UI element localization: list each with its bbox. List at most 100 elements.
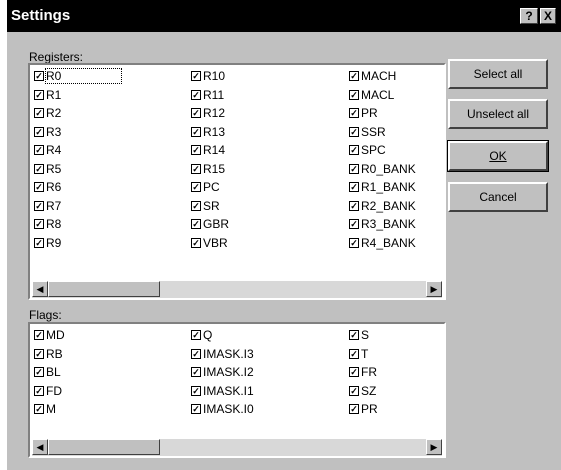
registers-checkbox-item[interactable]: ✓ R6 <box>34 178 121 197</box>
registers-checkbox-item[interactable]: ✓ R11 <box>191 86 229 105</box>
registers-checkbox-item[interactable]: ✓ PC <box>191 178 229 197</box>
checkbox-icon[interactable]: ✓ <box>34 126 44 137</box>
flags-checkbox-item[interactable]: ✓ T <box>349 345 378 364</box>
registers-checkbox-item[interactable]: ✓ MACH <box>349 67 416 86</box>
checkbox-icon[interactable]: ✓ <box>34 182 44 193</box>
checkbox-icon[interactable]: ✓ <box>349 89 359 100</box>
checkbox-icon[interactable]: ✓ <box>34 367 44 378</box>
checkbox-icon[interactable]: ✓ <box>349 163 359 174</box>
checkbox-icon[interactable]: ✓ <box>349 330 359 341</box>
checkbox-icon[interactable]: ✓ <box>349 404 359 415</box>
registers-checkbox-item[interactable]: ✓ R5 <box>34 160 121 179</box>
registers-checkbox-item[interactable]: ✓ R4 <box>34 141 121 160</box>
checkbox-icon[interactable]: ✓ <box>191 385 201 396</box>
checkbox-icon[interactable]: ✓ <box>34 200 44 211</box>
ok-button[interactable]: OK <box>447 140 549 172</box>
checkbox-icon[interactable]: ✓ <box>191 348 201 359</box>
checkbox-icon[interactable]: ✓ <box>191 182 201 193</box>
flags-checkbox-item[interactable]: ✓ IMASK.I3 <box>191 345 254 364</box>
registers-checkbox-item[interactable]: ✓ R1 <box>34 86 121 105</box>
checkbox-icon[interactable]: ✓ <box>34 330 44 341</box>
unselect-all-button[interactable]: Unselect all <box>448 99 548 129</box>
checkbox-icon[interactable]: ✓ <box>191 367 201 378</box>
registers-checkbox-item[interactable]: ✓ R7 <box>34 197 121 216</box>
select-all-button[interactable]: Select all <box>448 59 548 89</box>
checkbox-icon[interactable]: ✓ <box>349 71 359 82</box>
checkbox-icon[interactable]: ✓ <box>34 348 44 359</box>
registers-checkbox-item[interactable]: ✓ GBR <box>191 215 229 234</box>
registers-checkbox-item[interactable]: ✓ R12 <box>191 104 229 123</box>
scroll-left-icon[interactable]: ◀ <box>32 281 48 297</box>
checkbox-icon[interactable]: ✓ <box>34 145 44 156</box>
scroll-right-icon[interactable]: ▶ <box>426 439 442 455</box>
checkbox-icon[interactable]: ✓ <box>349 145 359 156</box>
registers-checkbox-item[interactable]: ✓ R8 <box>34 215 121 234</box>
checkbox-icon[interactable]: ✓ <box>191 404 201 415</box>
flags-checkbox-item[interactable]: ✓ MD <box>34 326 65 345</box>
checkbox-icon[interactable]: ✓ <box>349 385 359 396</box>
registers-checkbox-item[interactable]: ✓ SR <box>191 197 229 216</box>
checkbox-icon[interactable]: ✓ <box>349 126 359 137</box>
flags-checkbox-item[interactable]: ✓ S <box>349 326 378 345</box>
registers-checkbox-item[interactable]: ✓ VBR <box>191 234 229 253</box>
registers-checkbox-item[interactable]: ✓ R2 <box>34 104 121 123</box>
registers-checkbox-item[interactable]: ✓ R14 <box>191 141 229 160</box>
checkbox-icon[interactable]: ✓ <box>34 163 44 174</box>
registers-checkbox-item[interactable]: ✓ R0 <box>34 67 123 86</box>
checkbox-icon[interactable]: ✓ <box>191 108 201 119</box>
flags-checkbox-item[interactable]: ✓ IMASK.I1 <box>191 382 254 401</box>
title-bar[interactable]: Settings ? X <box>7 0 561 32</box>
close-icon[interactable]: X <box>540 8 556 24</box>
checkbox-icon[interactable]: ✓ <box>349 367 359 378</box>
flags-checkbox-item[interactable]: ✓ PR <box>349 400 378 419</box>
registers-checkbox-item[interactable]: ✓ R3_BANK <box>349 215 416 234</box>
flags-checkbox-item[interactable]: ✓ FR <box>349 363 378 382</box>
checkbox-icon[interactable]: ✓ <box>349 182 359 193</box>
checkbox-icon[interactable]: ✓ <box>191 200 201 211</box>
flags-checkbox-item[interactable]: ✓ IMASK.I0 <box>191 400 254 419</box>
registers-checkbox-item[interactable]: ✓ R15 <box>191 160 229 179</box>
checkbox-icon[interactable]: ✓ <box>191 126 201 137</box>
flags-checkbox-item[interactable]: ✓ Q <box>191 326 254 345</box>
registers-checkbox-item[interactable]: ✓ MACL <box>349 86 416 105</box>
checkbox-icon[interactable]: ✓ <box>191 145 201 156</box>
flags-checkbox-item[interactable]: ✓ RB <box>34 345 65 364</box>
checkbox-icon[interactable]: ✓ <box>191 237 201 248</box>
registers-checkbox-item[interactable]: ✓ R4_BANK <box>349 234 416 253</box>
registers-checkbox-item[interactable]: ✓ SPC <box>349 141 416 160</box>
registers-checkbox-item[interactable]: ✓ R13 <box>191 123 229 142</box>
flags-checkbox-item[interactable]: ✓ IMASK.I2 <box>191 363 254 382</box>
registers-listbox[interactable]: ✓ R0 ✓ R1 ✓ R2 ✓ R3 ✓ R4 ✓ R5 ✓ R6 ✓ R7 ✓ R8 ✓ R9 ✓ R10 ✓ R11 ✓… <box>28 63 446 300</box>
flags-checkbox-item[interactable]: ✓ SZ <box>349 382 378 401</box>
cancel-button[interactable]: Cancel <box>448 182 548 212</box>
checkbox-icon[interactable]: ✓ <box>34 404 44 415</box>
scroll-left-icon[interactable]: ◀ <box>32 439 48 455</box>
registers-checkbox-item[interactable]: ✓ SSR <box>349 123 416 142</box>
registers-checkbox-item[interactable]: ✓ PR <box>349 104 416 123</box>
registers-checkbox-item[interactable]: ✓ R2_BANK <box>349 197 416 216</box>
flags-checkbox-item[interactable]: ✓ BL <box>34 363 65 382</box>
checkbox-icon[interactable]: ✓ <box>34 219 44 230</box>
checkbox-icon[interactable]: ✓ <box>349 348 359 359</box>
checkbox-icon[interactable]: ✓ <box>34 108 44 119</box>
checkbox-icon[interactable]: ✓ <box>191 71 201 82</box>
checkbox-icon[interactable]: ✓ <box>34 89 44 100</box>
checkbox-icon[interactable]: ✓ <box>191 89 201 100</box>
registers-checkbox-item[interactable]: ✓ R3 <box>34 123 121 142</box>
registers-horizontal-scrollbar[interactable]: ◀ ▶ <box>32 280 442 298</box>
registers-checkbox-item[interactable]: ✓ R0_BANK <box>349 160 416 179</box>
checkbox-icon[interactable]: ✓ <box>349 237 359 248</box>
scroll-right-icon[interactable]: ▶ <box>426 281 442 297</box>
help-icon[interactable]: ? <box>520 8 538 24</box>
flags-checkbox-item[interactable]: ✓ FD <box>34 382 65 401</box>
checkbox-icon[interactable]: ✓ <box>191 330 201 341</box>
checkbox-icon[interactable]: ✓ <box>349 200 359 211</box>
checkbox-icon[interactable]: ✓ <box>191 163 201 174</box>
checkbox-icon[interactable]: ✓ <box>34 237 44 248</box>
flags-horizontal-scrollbar[interactable]: ◀ ▶ <box>32 438 442 456</box>
checkbox-icon[interactable]: ✓ <box>349 219 359 230</box>
checkbox-icon[interactable]: ✓ <box>34 385 44 396</box>
registers-checkbox-item[interactable]: ✓ R10 <box>191 67 229 86</box>
flags-listbox[interactable]: ✓ MD ✓ RB ✓ BL ✓ FD ✓ M ✓ Q ✓ IMASK.I3 ✓ IMASK.I2 ✓ IMAS… <box>28 322 446 458</box>
registers-checkbox-item[interactable]: ✓ R1_BANK <box>349 178 416 197</box>
